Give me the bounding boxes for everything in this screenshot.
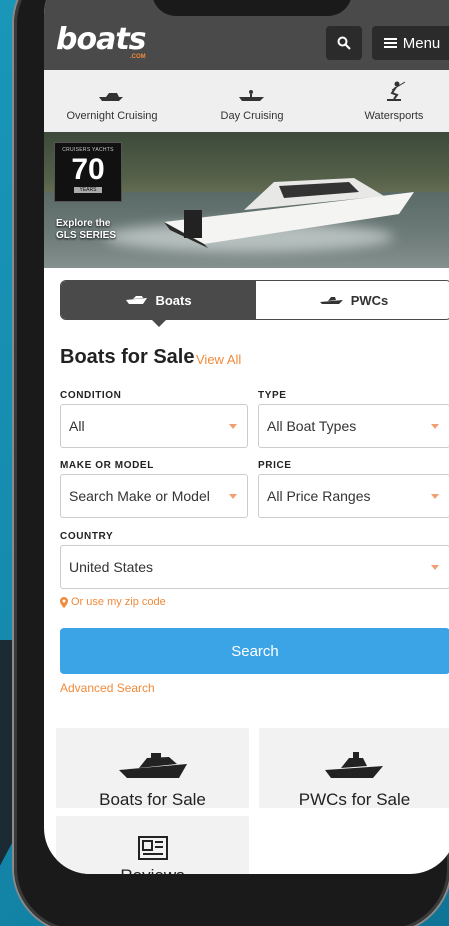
- phone-frame: boats .COM Menu Overnight Cruising Day C…: [14, 0, 449, 926]
- phone-notch: [152, 0, 352, 16]
- jet-ski-icon: [324, 752, 383, 778]
- boat-icon: [126, 296, 148, 304]
- tab-pwcs[interactable]: PWCs: [256, 281, 449, 319]
- category-day-cruising[interactable]: Day Cruising: [192, 76, 312, 122]
- hero-cta[interactable]: Explore the GLS SERIES: [56, 218, 116, 242]
- type-value: All Boat Types: [267, 418, 357, 434]
- type-label: TYPE: [258, 390, 287, 401]
- card-boats-for-sale[interactable]: Boats for Sale: [56, 728, 249, 809]
- hero-cta-line1: Explore the: [56, 218, 111, 229]
- hamburger-icon: [383, 38, 397, 48]
- make-model-input[interactable]: Search Make or Model: [60, 474, 248, 518]
- type-select[interactable]: All Boat Types: [258, 404, 449, 448]
- category-bar: Overnight Cruising Day Cruising Waterspo…: [44, 70, 449, 132]
- section-title: Boats for Sale: [60, 346, 195, 368]
- search-button[interactable]: Search: [60, 628, 449, 674]
- category-watersports[interactable]: Watersports: [334, 76, 449, 122]
- newspaper-icon: [137, 836, 168, 860]
- water-skier-icon: [387, 81, 406, 101]
- price-select[interactable]: All Price Ranges: [258, 474, 449, 518]
- header-search-button[interactable]: [326, 26, 362, 60]
- jet-ski-icon: [319, 297, 343, 304]
- cruisers-badge: CRUISERS YACHTS 70 YEARS: [54, 142, 122, 202]
- hero-banner[interactable]: CRUISERS YACHTS 70 YEARS Explore the GLS…: [44, 132, 449, 268]
- menu-button[interactable]: Menu: [372, 26, 449, 60]
- country-select[interactable]: United States: [60, 545, 449, 589]
- category-label: Overnight Cruising: [66, 110, 158, 122]
- yacht-icon: [118, 753, 187, 778]
- vehicle-type-toggle: Boats PWCs: [60, 280, 449, 327]
- view-all-link[interactable]: View All: [196, 352, 241, 367]
- condition-label: CONDITION: [60, 390, 122, 401]
- category-label: Watersports: [364, 110, 424, 122]
- chevron-down-icon: [431, 424, 439, 429]
- day-boat-icon: [239, 90, 264, 101]
- site-logo[interactable]: boats: [56, 22, 147, 57]
- price-label: PRICE: [258, 460, 292, 471]
- chevron-down-icon: [431, 565, 439, 570]
- card-pwcs-for-sale[interactable]: PWCs for Sale: [259, 728, 449, 809]
- zip-link-label: Or use my zip code: [71, 596, 166, 608]
- tab-boats-label: Boats: [155, 292, 192, 308]
- make-placeholder: Search Make or Model: [69, 488, 210, 504]
- advanced-search-link[interactable]: Advanced Search: [60, 681, 155, 695]
- category-label: Day Cruising: [220, 110, 284, 122]
- cruiser-boat-icon: [99, 93, 123, 101]
- category-overnight-cruising[interactable]: Overnight Cruising: [52, 76, 172, 122]
- country-value: United States: [69, 559, 154, 575]
- make-label: MAKE OR MODEL: [60, 460, 154, 471]
- location-pin-icon: [60, 596, 68, 608]
- price-value: All Price Ranges: [267, 488, 371, 504]
- chevron-down-icon: [229, 424, 237, 429]
- tab-pwcs-label: PWCs: [350, 292, 389, 308]
- chevron-down-icon: [431, 494, 439, 499]
- hero-boat-image: [164, 178, 414, 248]
- card-label: Reviews: [56, 866, 249, 874]
- search-icon: [337, 36, 351, 50]
- tab-boats[interactable]: Boats: [61, 281, 256, 327]
- chevron-down-icon: [229, 494, 237, 499]
- menu-label: Menu: [402, 34, 441, 52]
- zip-code-link[interactable]: Or use my zip code: [60, 596, 166, 608]
- hero-cta-line2: GLS SERIES: [56, 230, 117, 241]
- condition-select[interactable]: All: [60, 404, 248, 448]
- card-label: PWCs for Sale: [298, 790, 411, 809]
- phone-screen: boats .COM Menu Overnight Cruising Day C…: [44, 0, 449, 874]
- card-reviews[interactable]: Reviews: [56, 816, 249, 874]
- site-logo-sub: .COM: [130, 54, 146, 60]
- badge-years: YEARS: [74, 187, 102, 193]
- country-label: COUNTRY: [60, 531, 114, 542]
- badge-number: 70: [71, 153, 105, 186]
- condition-value: All: [69, 418, 85, 434]
- card-label: Boats for Sale: [99, 790, 206, 809]
